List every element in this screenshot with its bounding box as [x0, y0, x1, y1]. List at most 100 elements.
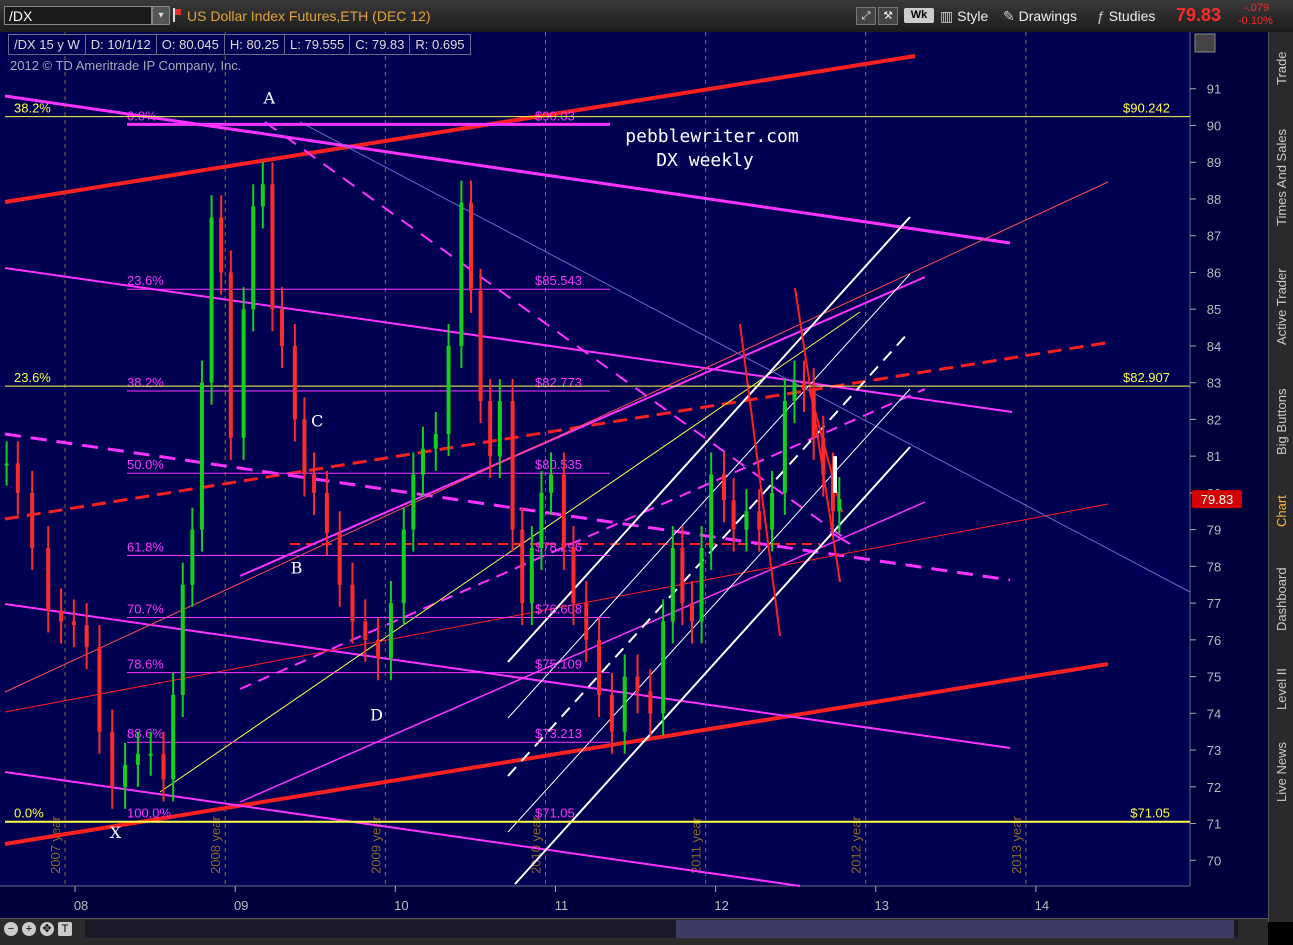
price-candle — [539, 492, 544, 548]
price-candle — [59, 610, 64, 622]
tab-chart[interactable]: Chart — [1269, 480, 1293, 542]
price-candle — [821, 437, 826, 475]
fib-percent-label: 61.8% — [127, 539, 164, 554]
year-label: 2013 year — [1009, 816, 1024, 874]
symbol-dropdown-icon[interactable]: ▾ — [152, 6, 170, 25]
fib-price-label: $75.109 — [535, 657, 582, 672]
price-candle — [459, 202, 464, 346]
y-tick-label: 84 — [1207, 339, 1221, 354]
level-left-label: 38.2% — [14, 101, 51, 116]
y-tick-label: 77 — [1207, 596, 1221, 611]
price-candle — [302, 419, 307, 475]
symbol-input[interactable]: /DX — [4, 6, 152, 25]
fib-price-label: $80.535 — [535, 457, 582, 472]
price-candle — [190, 529, 195, 585]
price-candle — [497, 401, 502, 457]
fib-percent-label: 100.0% — [127, 806, 172, 821]
level-right-label: $90.242 — [1123, 101, 1170, 116]
price-candle — [478, 290, 483, 402]
tab-big-buttons[interactable]: Big Buttons — [1269, 374, 1293, 469]
text-tool-icon[interactable]: T — [58, 922, 72, 936]
y-tick-label: 82 — [1207, 412, 1221, 427]
scrollbar-thumb[interactable] — [676, 920, 1234, 938]
y-tick-label: 83 — [1207, 376, 1221, 391]
studies-button[interactable]: ƒ Studies — [1097, 6, 1155, 26]
fib-price-label: $90.03 — [535, 108, 575, 123]
price-candle — [670, 547, 675, 622]
latest-candle — [833, 456, 837, 493]
y-tick-label: 70 — [1207, 853, 1221, 868]
style-button[interactable]: ▥ Style — [940, 6, 988, 26]
price-candle — [680, 547, 685, 604]
price-candle — [292, 345, 297, 420]
price-candle — [837, 499, 842, 512]
price-candle — [549, 474, 554, 493]
price-candle — [446, 345, 451, 435]
price-candle — [337, 533, 342, 585]
zoom-in-icon[interactable]: + — [22, 922, 36, 936]
plot-background — [0, 32, 1268, 918]
fib-percent-label: 88.6% — [127, 726, 164, 741]
wave-label: X — [110, 823, 122, 842]
price-candle — [180, 584, 185, 695]
level-left-label: 0.0% — [14, 806, 44, 821]
fib-percent-label: 0.0% — [127, 108, 157, 123]
y-tick-label: 78 — [1207, 559, 1221, 574]
side-tab-bar: Trade Times And Sales Active Trader Big … — [1268, 32, 1293, 922]
y-tick-label: 87 — [1207, 229, 1221, 244]
wave-label: B — [291, 559, 303, 578]
tab-level-ii[interactable]: Level II — [1269, 654, 1293, 724]
style-icon: ▥ — [940, 8, 954, 24]
x-tick-label: 12 — [714, 898, 728, 913]
studies-icon: ƒ — [1097, 8, 1105, 24]
price-candle — [731, 500, 736, 530]
price-chart[interactable]: 2007 year 2008 year 2009 year 2010 year 2011… — [0, 32, 1268, 918]
price-candle — [792, 382, 797, 402]
price-candle — [561, 474, 566, 548]
y-tick-label: 81 — [1207, 449, 1221, 464]
level-right-label: $82.907 — [1123, 370, 1170, 385]
zoom-fit-icon[interactable]: ⤢ — [856, 7, 876, 25]
drawings-button[interactable]: ✎ Drawings — [1003, 6, 1077, 26]
year-label: 2008 year — [208, 816, 223, 874]
price-candle — [770, 492, 775, 530]
price-candle — [757, 511, 762, 530]
price-candle — [520, 529, 525, 604]
price-candle — [622, 676, 627, 732]
price-candle — [135, 753, 140, 765]
drawings-label: Drawings — [1018, 8, 1077, 24]
aggregation-button[interactable]: Wk — [904, 8, 934, 23]
price-candle — [510, 401, 515, 530]
alert-flag-icon[interactable] — [173, 8, 181, 22]
price-candle — [699, 547, 704, 622]
price-candle — [782, 401, 787, 493]
y-tick-label: 85 — [1207, 302, 1221, 317]
info-high: H: 80.25 — [223, 34, 286, 55]
fib-price-label: $82.773 — [535, 375, 582, 390]
price-candle — [635, 676, 640, 692]
tab-dashboard[interactable]: Dashboard — [1269, 554, 1293, 644]
price-candle — [363, 621, 368, 640]
y-tick-label: 79 — [1207, 523, 1221, 538]
tab-times-and-sales[interactable]: Times And Sales — [1269, 112, 1293, 242]
price-candle — [199, 382, 204, 530]
info-symbol-period[interactable]: /DX 15 y W — [8, 34, 86, 55]
price-candle — [324, 492, 329, 534]
pan-icon[interactable]: ✥ — [40, 922, 54, 936]
tab-trade[interactable]: Trade — [1269, 36, 1293, 101]
price-candle — [597, 639, 602, 695]
tab-live-news[interactable]: Live News — [1269, 732, 1293, 812]
info-low: L: 79.555 — [284, 34, 351, 55]
net-change: -.079 — [1244, 2, 1270, 14]
price-candle — [420, 448, 425, 475]
wave-label: D — [370, 706, 383, 725]
zoom-out-icon[interactable]: − — [4, 922, 18, 936]
fib-price-label: $71.05 — [535, 806, 575, 821]
tab-active-trader[interactable]: Active Trader — [1269, 252, 1293, 362]
fib-price-label: $85.543 — [535, 273, 582, 288]
wrench-icon[interactable]: ⚒ — [878, 7, 898, 25]
y-tick-label: 86 — [1207, 265, 1221, 280]
price-candle — [744, 511, 749, 530]
y-tick-label: 72 — [1207, 780, 1221, 795]
chart-area[interactable]: 2007 year 2008 year 2009 year 2010 year 2011… — [0, 32, 1268, 944]
